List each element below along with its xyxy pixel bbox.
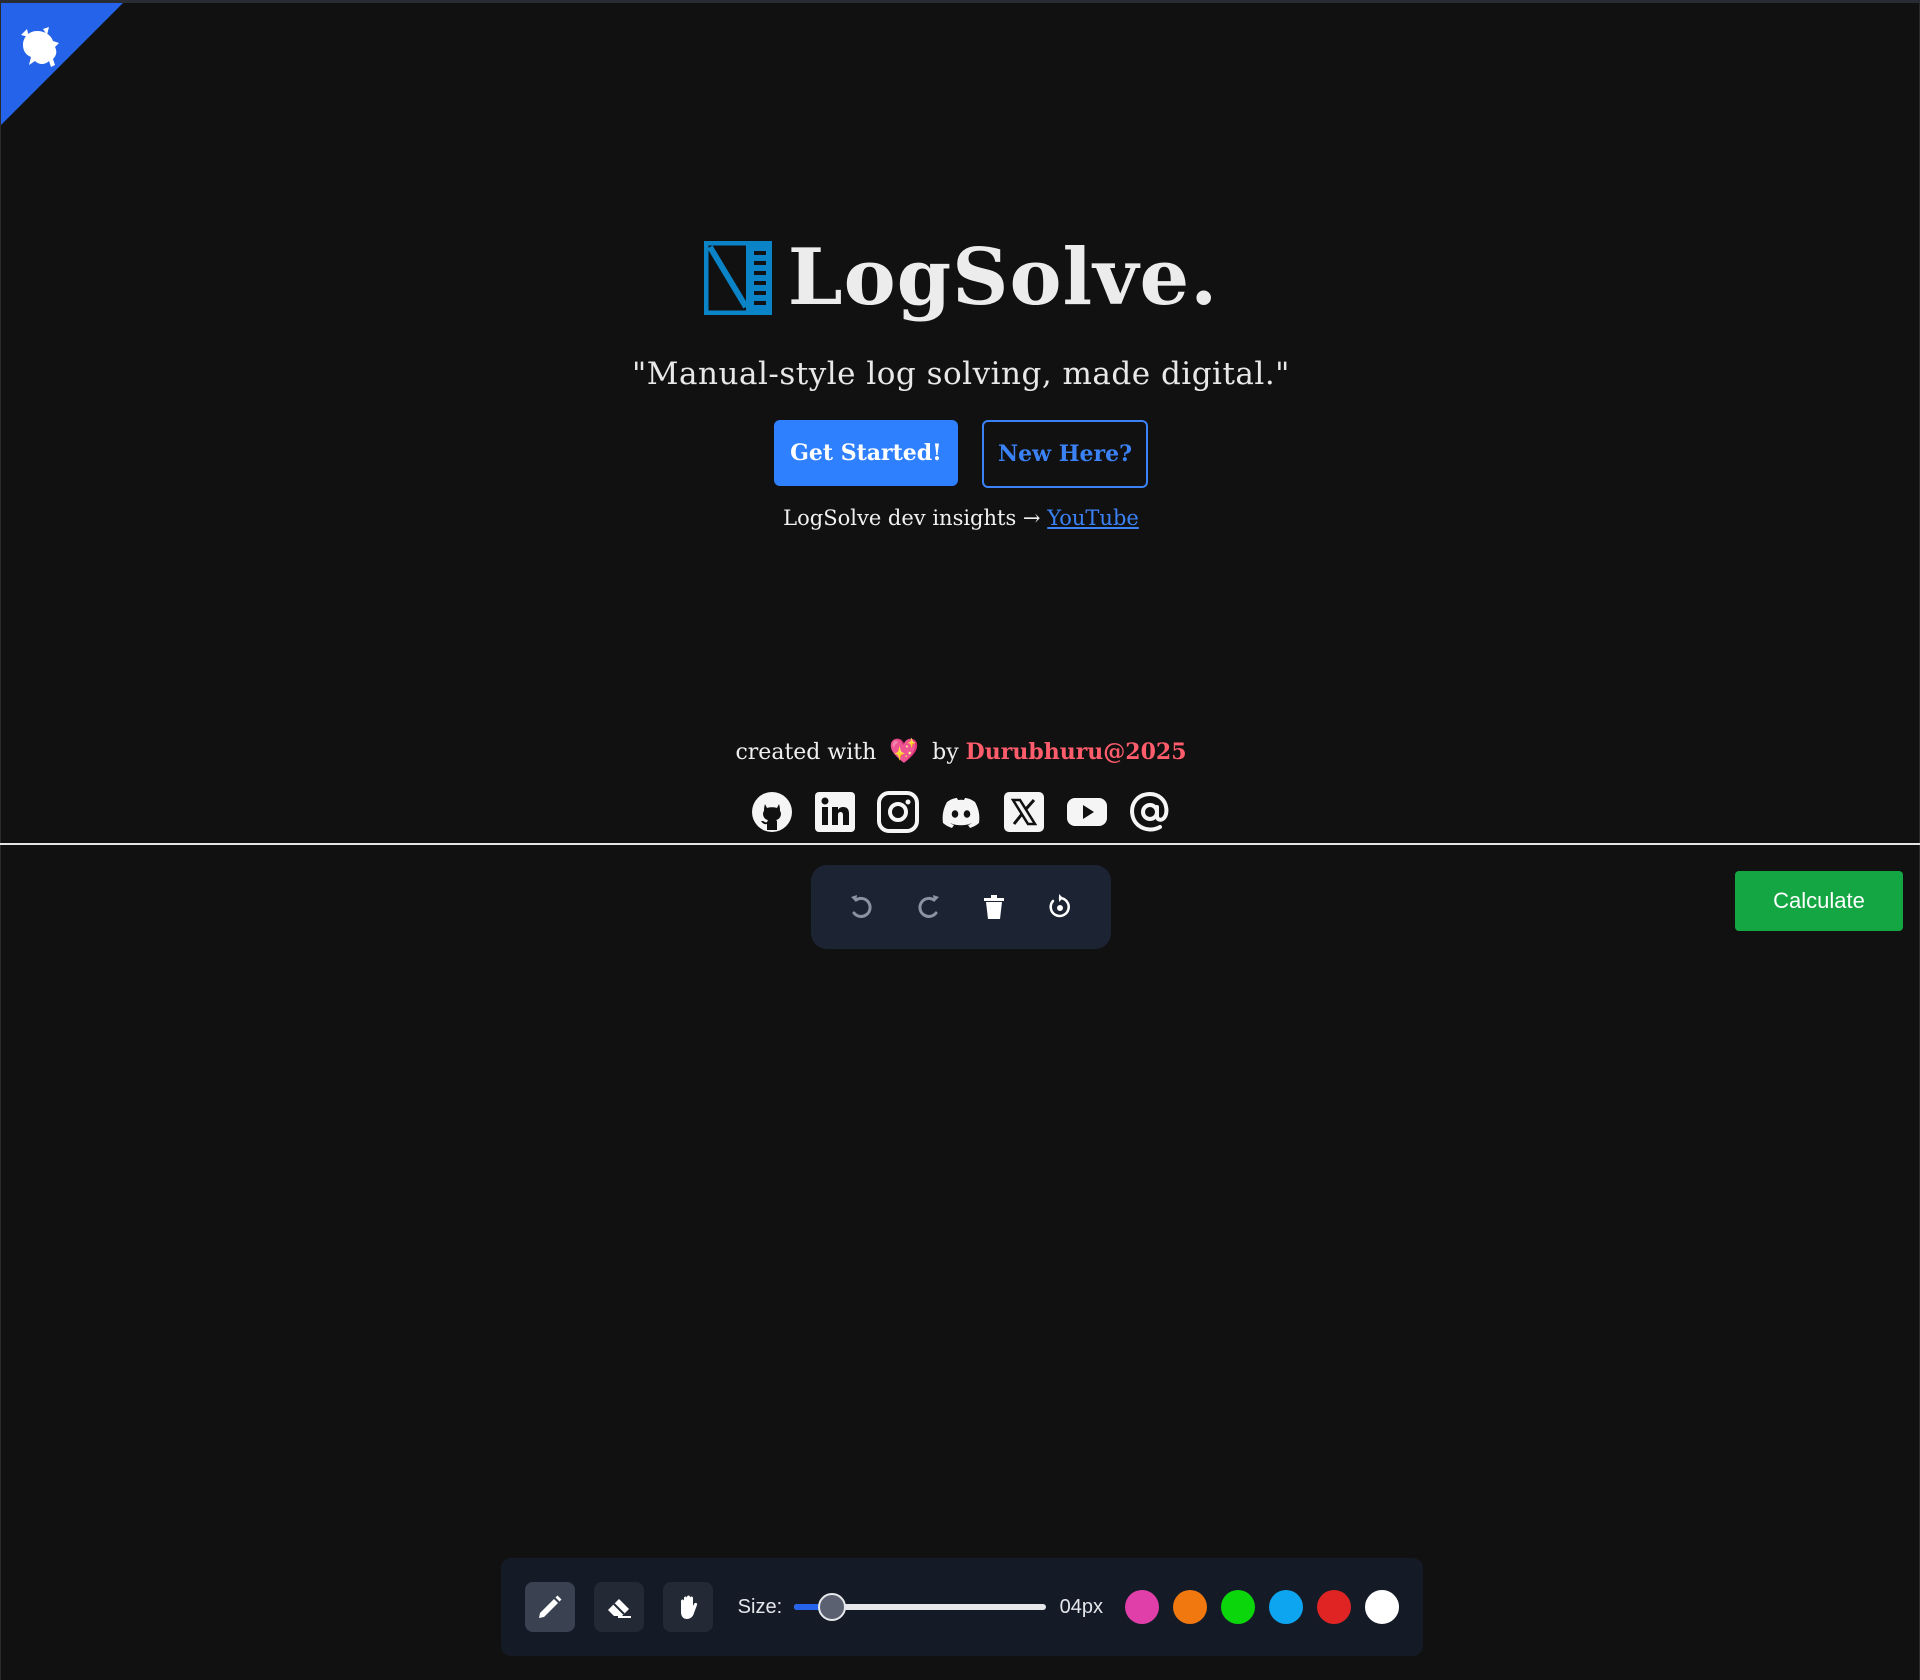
credits: created with 💖 by Durubhuru@2025: [1, 737, 1920, 765]
hero: LogSolve. "Manual-style log solving, mad…: [1, 228, 1920, 531]
brush-size-slider[interactable]: [794, 1592, 1047, 1622]
clear-button[interactable]: [972, 885, 1016, 929]
hand-icon: [680, 1595, 697, 1619]
drawing-canvas[interactable]: Calculate Size: 04px: [0, 845, 1920, 1680]
reset-icon: [1049, 894, 1070, 918]
cta-row: Get Started! New Here?: [1, 420, 1920, 488]
size-value: 04px: [1059, 1595, 1103, 1618]
email-at-icon[interactable]: [1128, 789, 1173, 834]
app-title: LogSolve.: [787, 232, 1219, 323]
color-swatch[interactable]: [1220, 1590, 1255, 1624]
new-here-button[interactable]: New Here?: [982, 420, 1148, 488]
slider-thumb[interactable]: [818, 1593, 847, 1621]
get-started-button[interactable]: Get Started!: [774, 420, 958, 486]
trash-icon: [984, 895, 1004, 919]
eraser-icon: [607, 1599, 631, 1618]
drawing-toolbar: Size: 04px: [501, 1558, 1423, 1656]
brand: LogSolve.: [1, 228, 1920, 328]
tagline: "Manual-style log solving, made digital.…: [632, 356, 1290, 392]
heart-icon: 💖: [889, 737, 920, 765]
credits-prefix: created with: [735, 740, 877, 765]
octocat-icon[interactable]: [15, 25, 65, 75]
instagram-icon[interactable]: [876, 789, 921, 834]
redo-icon: [918, 895, 939, 918]
color-swatch[interactable]: [1172, 1590, 1207, 1624]
youtube-icon[interactable]: [1065, 789, 1110, 834]
notebook-ruler-icon: [703, 241, 772, 315]
discord-icon[interactable]: [939, 789, 984, 834]
history-toolbar: [811, 865, 1111, 949]
color-swatch[interactable]: [1316, 1590, 1351, 1624]
reset-view-button[interactable]: [1038, 885, 1082, 929]
x-icon[interactable]: [1002, 789, 1047, 834]
pencil-tool-button[interactable]: [525, 1582, 575, 1632]
eraser-tool-button[interactable]: [593, 1582, 644, 1632]
page: LogSolve. "Manual-style log solving, mad…: [0, 0, 1920, 1680]
credits-by: by: [932, 740, 959, 765]
pencil-icon: [538, 1595, 562, 1618]
calculate-button[interactable]: Calculate: [1735, 871, 1903, 931]
color-swatch[interactable]: [1124, 1590, 1159, 1624]
github-icon[interactable]: [750, 789, 795, 834]
landing-section: LogSolve. "Manual-style log solving, mad…: [0, 3, 1920, 843]
redo-button[interactable]: [906, 885, 950, 929]
size-label: Size:: [737, 1595, 783, 1618]
undo-icon: [851, 895, 872, 918]
color-palette: [1124, 1590, 1399, 1624]
pan-tool-button[interactable]: [662, 1582, 713, 1632]
linkedin-icon[interactable]: [813, 789, 858, 834]
author-name[interactable]: Durubhuru@2025: [966, 739, 1187, 765]
color-swatch[interactable]: [1364, 1590, 1399, 1624]
color-swatch[interactable]: [1268, 1590, 1303, 1624]
social-links: [1, 789, 1920, 834]
dev-insights-text: LogSolve dev insights →: [783, 506, 1048, 530]
youtube-link[interactable]: YouTube: [1047, 506, 1139, 530]
undo-button[interactable]: [840, 885, 884, 929]
dev-insights: LogSolve dev insights → YouTube: [1, 506, 1920, 530]
